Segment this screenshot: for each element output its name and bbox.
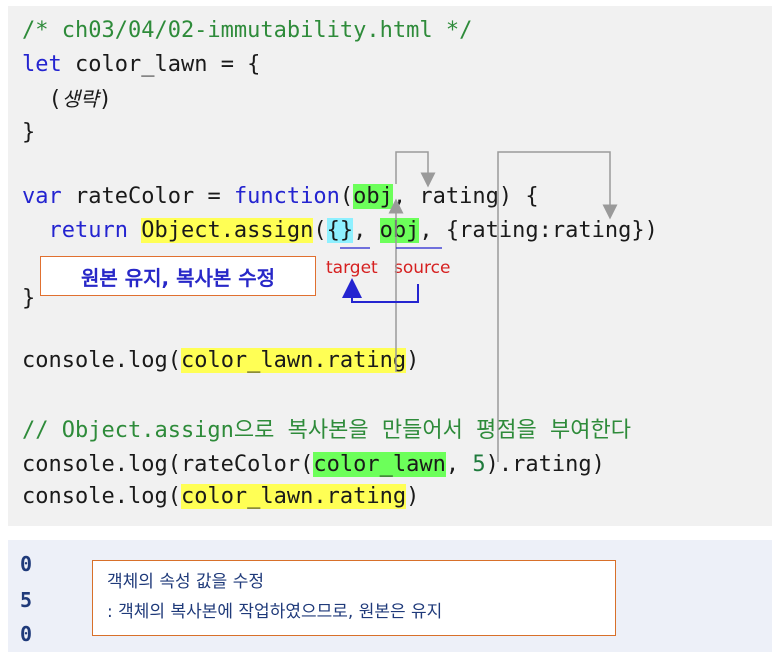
output-line-1: 0 <box>20 552 33 576</box>
code-line-comment-korean: // Object.assign으로 복사본을 만들어서 평점을 부여한다 <box>22 418 631 443</box>
code-line-console-log-1: console.log(color_lawn.rating) <box>22 346 419 376</box>
let-rest: color_lawn = { <box>61 52 261 77</box>
object-assign-highlight: Object.assign <box>141 218 314 243</box>
paren-close: ) <box>406 484 420 509</box>
console-log-call: console.log(rateColor( <box>22 452 314 477</box>
paren-open: ( <box>313 218 327 243</box>
ratecolor-assign: rateColor = <box>61 184 234 209</box>
paren-close: ) <box>98 87 112 112</box>
keyword-var: var <box>22 184 62 209</box>
rating-access: ).rating) <box>485 452 605 477</box>
param-obj-highlight: obj <box>353 184 393 209</box>
code-line-var-ratecolor: var rateColor = function(obj, rating) { <box>22 182 539 212</box>
console-log-call: console.log( <box>22 348 181 373</box>
code-line-console-log-3: console.log(color_lawn.rating) <box>22 482 419 512</box>
keep-original-callout: 원본 유지, 복사본 수정 <box>40 256 316 296</box>
output-note-line-1: 객체의 속성 값을 수정 <box>107 572 264 592</box>
rating-highlight-2: color_lawn.rating <box>180 484 407 509</box>
code-line-return: return Object.assign({}, obj, {rating:ra… <box>22 216 658 246</box>
code-line-comment-filename: /* ch03/04/02-immutability.html */ <box>22 18 473 43</box>
output-line-3: 0 <box>20 622 33 646</box>
omitted-text: 생략 <box>61 87 99 111</box>
keyword-return: return <box>22 218 128 243</box>
number-5: 5 <box>472 452 486 477</box>
console-log-call: console.log( <box>22 484 181 509</box>
code-line-let: let color_lawn = { <box>22 50 260 80</box>
target-braces-highlight: {} <box>326 218 354 243</box>
paren-open: ( <box>22 87 62 112</box>
output-note-line-2: : 객체의 복사본에 작업하였으므로, 원본은 유지 <box>107 602 443 622</box>
source-obj-highlight: obj <box>379 218 420 243</box>
output-note-box: 객체의 속성 값을 수정 : 객체의 복사본에 작업하였으므로, 원본은 유지 <box>92 560 616 636</box>
code-line-console-log-2: console.log(rateColor(color_lawn, 5).rat… <box>22 450 605 480</box>
comma: , <box>445 452 473 477</box>
output-line-2: 5 <box>20 588 33 612</box>
source-label: source <box>394 258 451 278</box>
params-rest: , rating) { <box>392 184 539 209</box>
keyword-function: function <box>233 184 340 209</box>
comma: , <box>353 218 380 243</box>
code-line-close-brace-2: } <box>22 286 36 311</box>
paren-open: ( <box>339 184 354 209</box>
return-rest: , {rating:rating}) <box>419 218 658 243</box>
keyword-let: let <box>22 52 62 77</box>
code-line-close-brace: } <box>22 120 36 145</box>
target-label: target <box>326 258 378 278</box>
color-lawn-highlight: color_lawn <box>313 452 446 477</box>
code-line-omitted: (생략) <box>22 84 112 115</box>
rating-highlight-1: color_lawn.rating <box>180 348 407 373</box>
paren-close: ) <box>406 348 420 373</box>
